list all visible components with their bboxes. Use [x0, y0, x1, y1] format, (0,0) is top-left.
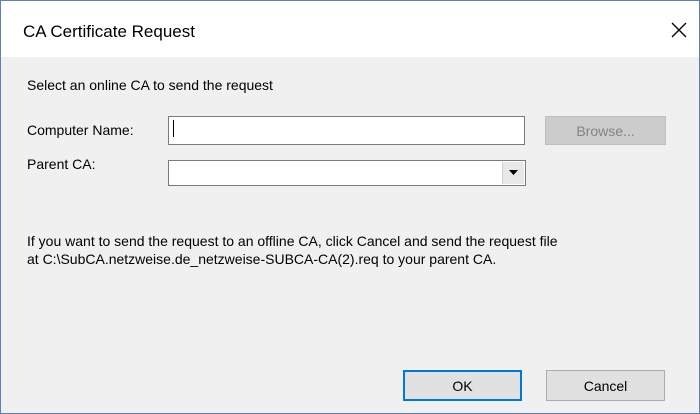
offline-info-line-2: at C:\SubCA.netzweise.de_netzweise-SUBCA…: [27, 251, 497, 267]
parent-ca-label: Parent CA:: [27, 156, 96, 172]
computer-name-input[interactable]: [168, 116, 525, 145]
cancel-button[interactable]: Cancel: [546, 370, 665, 401]
ok-button[interactable]: OK: [403, 370, 522, 401]
dialog-body: Select an online CA to send the request …: [1, 57, 699, 413]
intro-text: Select an online CA to send the request: [27, 77, 273, 93]
text-caret: [173, 120, 174, 137]
window-title: CA Certificate Request: [23, 22, 195, 41]
browse-button[interactable]: Browse...: [545, 116, 666, 145]
chevron-down-icon: [509, 170, 518, 175]
offline-info-line-1: If you want to send the request to an of…: [27, 233, 558, 249]
ca-certificate-request-dialog: CA Certificate Request Select an online …: [0, 0, 700, 414]
computer-name-label: Computer Name:: [27, 122, 134, 138]
parent-ca-select[interactable]: [168, 160, 526, 186]
title-bar: CA Certificate Request: [1, 1, 699, 57]
dropdown-button[interactable]: [502, 162, 524, 184]
close-icon: [671, 22, 687, 38]
close-button[interactable]: [659, 7, 699, 53]
